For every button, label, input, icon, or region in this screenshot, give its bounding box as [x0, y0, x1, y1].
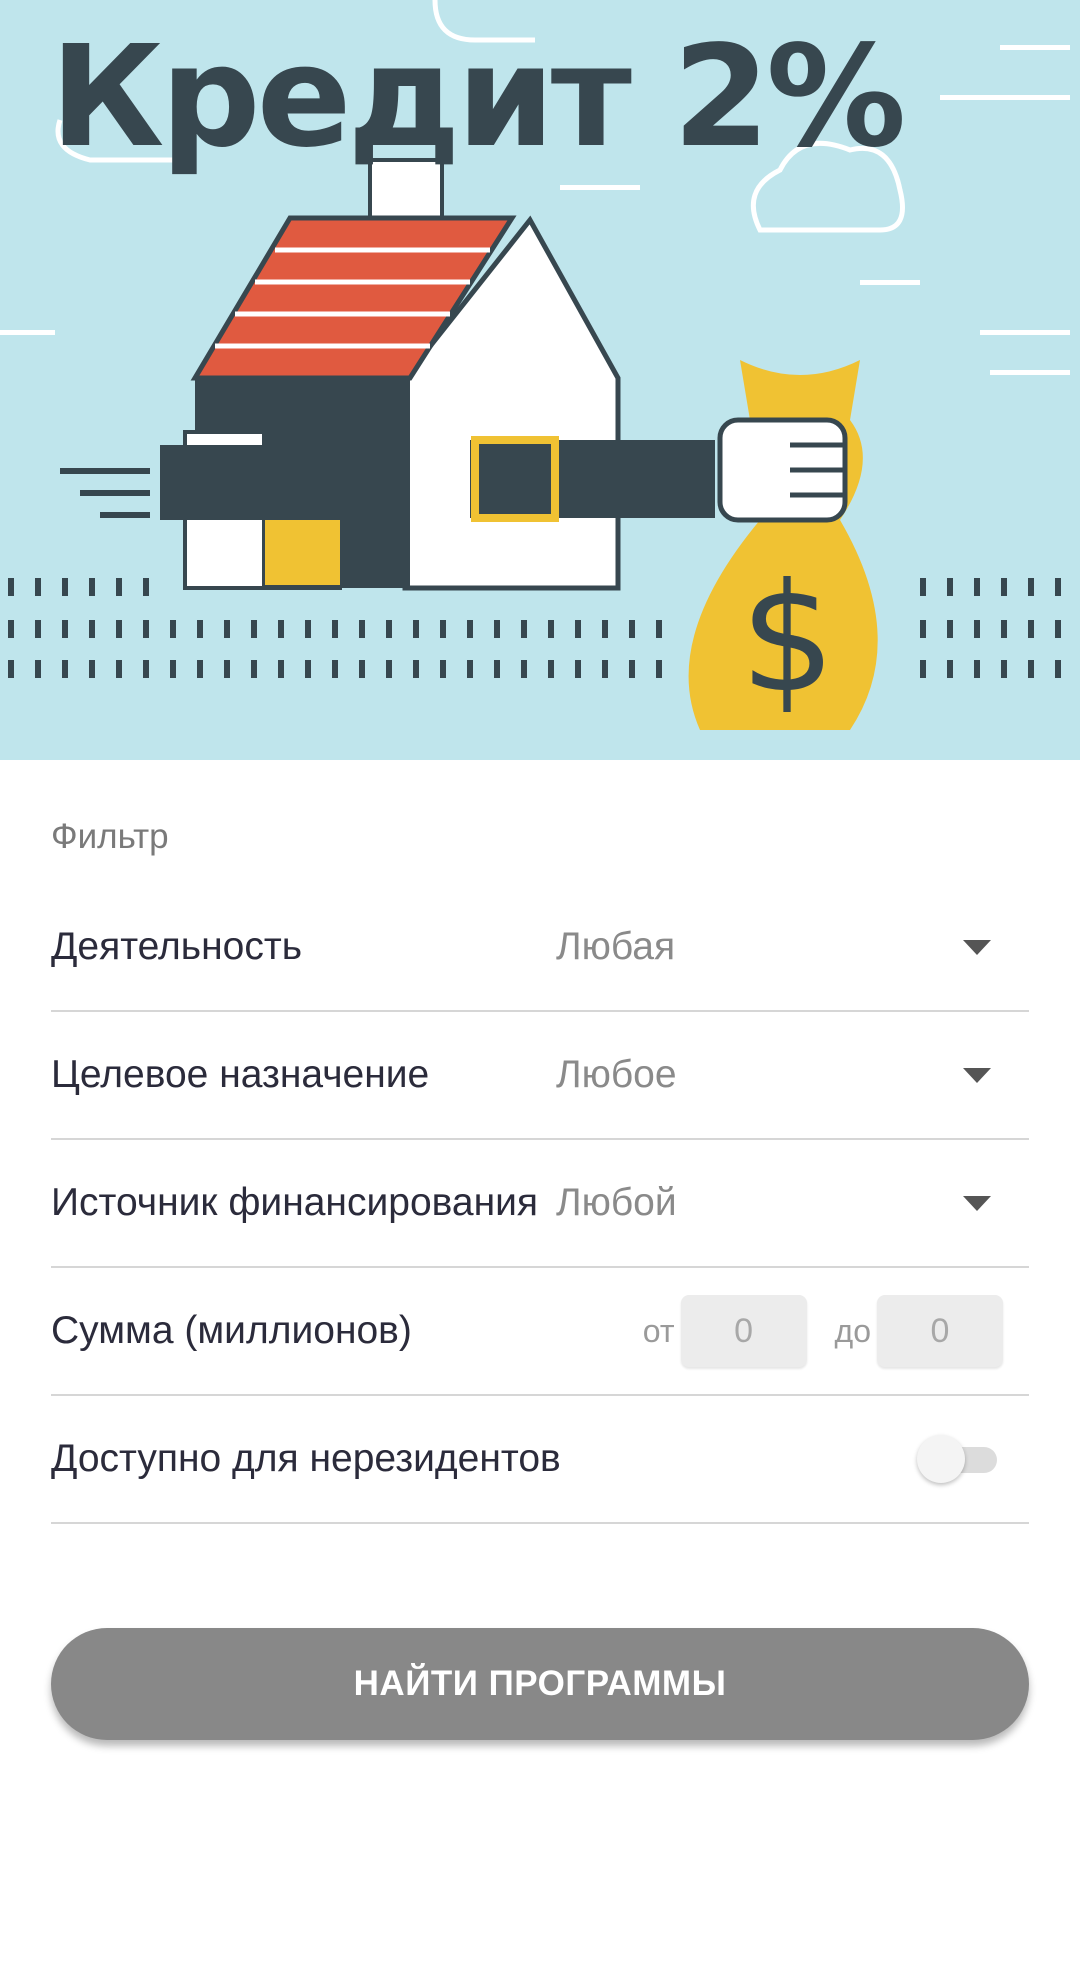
dropdown-arrow-icon[interactable] [963, 940, 991, 955]
filter-list: Деятельность Любая Целевое назначение Лю… [51, 884, 1029, 1524]
find-programs-button[interactable]: НАЙТИ ПРОГРАММЫ [51, 1628, 1029, 1740]
purpose-label: Целевое назначение [51, 1053, 430, 1096]
amount-range-row: Сумма (миллионов) от 0 до 0 [51, 1268, 1029, 1396]
toggle-thumb [917, 1435, 965, 1483]
amount-from-label: от [642, 1312, 675, 1349]
filter-panel: Фильтр Деятельность Любая Целевое назнач… [0, 816, 1080, 1740]
dropdown-arrow-icon[interactable] [963, 1068, 991, 1083]
promo-banner: $ Кредит 2% [0, 0, 1080, 760]
nonresidents-label: Доступно для нерезидентов [51, 1437, 561, 1480]
funding-source-label: Источник финансирования [51, 1181, 539, 1224]
nonresidents-toggle[interactable] [917, 1435, 1001, 1483]
banner-title: Кредит 2% [50, 16, 906, 179]
purpose-select[interactable]: Целевое назначение Любое [51, 1012, 1029, 1140]
amount-from-input[interactable]: 0 [680, 1295, 807, 1367]
funding-source-select[interactable]: Источник финансирования Любой [51, 1140, 1029, 1268]
funding-source-value: Любой [556, 1181, 677, 1224]
svg-text:$: $ [740, 552, 835, 726]
amount-label: Сумма (миллионов) [51, 1309, 412, 1352]
activity-value: Любая [556, 925, 676, 968]
filter-title: Фильтр [51, 817, 169, 856]
dropdown-arrow-icon[interactable] [963, 1196, 991, 1211]
amount-to-label: до [834, 1312, 871, 1349]
amount-to-input[interactable]: 0 [877, 1295, 1003, 1367]
nonresidents-row: Доступно для нерезидентов [51, 1396, 1029, 1524]
amount-range: от 0 до 0 [643, 1295, 1003, 1367]
activity-label: Деятельность [51, 925, 303, 968]
activity-select[interactable]: Деятельность Любая [51, 884, 1029, 1012]
purpose-value: Любое [556, 1053, 677, 1096]
